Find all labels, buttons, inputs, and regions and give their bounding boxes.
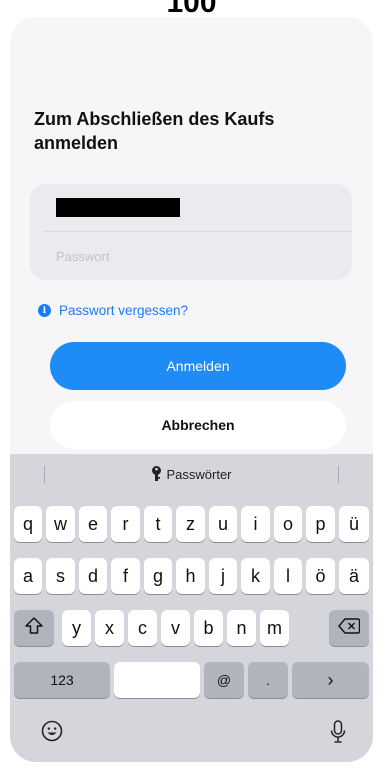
shift-icon [25,617,43,639]
redacted-account [56,198,180,217]
key-row-2: a s d f g h j k l ö ä [10,558,373,594]
go-key[interactable]: › [292,662,369,698]
key-r[interactable]: r [111,506,140,542]
space-key[interactable] [114,662,200,698]
key-j[interactable]: j [209,558,237,594]
key-q[interactable]: q [14,506,42,542]
sheet-title: Zum Abschließen des Kaufs anmelden [34,109,275,153]
shift-key[interactable] [14,610,54,646]
keyboard: Passwörter q w e r t z u i o p ü a s d f… [10,454,373,762]
key-x[interactable]: x [95,610,124,646]
key-e[interactable]: e [79,506,107,542]
forgot-password-label: Passwort vergessen? [59,303,189,318]
signin-sheet: Zum Abschließen des Kaufs anmelden i Pas… [10,17,373,762]
info-icon: i [38,304,51,317]
key-i[interactable]: i [241,506,270,542]
key-h[interactable]: h [176,558,205,594]
key-f[interactable]: f [111,558,140,594]
passwords-label: Passwörter [166,466,232,482]
key-v[interactable]: v [161,610,190,646]
key-ue[interactable]: ü [339,506,369,542]
key-k[interactable]: k [241,558,270,594]
key-z[interactable]: z [176,506,205,542]
key-d[interactable]: d [79,558,107,594]
key-s[interactable]: s [46,558,75,594]
key-a[interactable]: a [14,558,42,594]
key-n[interactable]: n [227,610,256,646]
backspace-key[interactable] [329,610,369,646]
key-g[interactable]: g [144,558,172,594]
passwords-bar[interactable]: Passwörter [10,454,373,494]
dot-key[interactable]: . [248,662,288,698]
password-field[interactable] [30,233,352,280]
key-oe[interactable]: ö [306,558,335,594]
cancel-button[interactable]: Abbrechen [50,401,346,449]
key-p[interactable]: p [306,506,335,542]
backspace-icon [338,617,361,639]
key-u[interactable]: u [209,506,237,542]
key-o[interactable]: o [274,506,302,542]
key-ae[interactable]: ä [339,558,369,594]
key-y[interactable]: y [62,610,91,646]
key-c[interactable]: c [128,610,157,646]
key-l[interactable]: l [274,558,302,594]
credentials-card [30,184,352,280]
key-row-3: y x c v b n m [10,610,373,646]
key-row-1: q w e r t z u i o p ü [10,506,373,542]
key-b[interactable]: b [194,610,223,646]
at-key[interactable]: @ [204,662,244,698]
signin-button[interactable]: Anmelden [50,342,346,390]
key-m[interactable]: m [260,610,289,646]
key-t[interactable]: t [144,506,172,542]
numbers-key[interactable]: 123 [14,662,110,698]
account-field[interactable] [44,184,352,232]
emoji-icon[interactable] [41,720,63,747]
mic-icon[interactable] [330,720,346,749]
bar-divider-right [338,466,339,483]
key-w[interactable]: w [46,506,75,542]
forgot-password-link[interactable]: i Passwort vergessen? [38,303,188,318]
bar-divider-left [44,466,45,483]
key-row-4: 123 @ . › [10,662,373,698]
key-icon [151,466,162,482]
